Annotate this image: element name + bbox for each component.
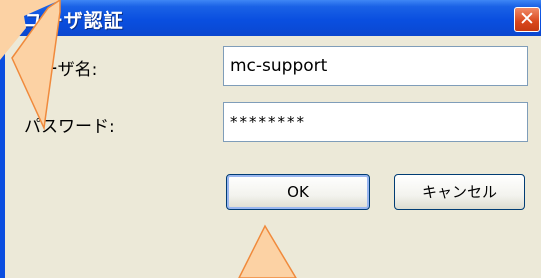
ok-button[interactable]: OK [226, 174, 370, 210]
password-field[interactable]: ******** [223, 102, 528, 142]
username-field[interactable]: mc-support [223, 46, 528, 86]
close-button[interactable]: ✕ [514, 7, 540, 32]
cancel-button[interactable]: キャンセル [394, 174, 525, 210]
login-dialog-window: ユーザ認証 ✕ ユーザ名: mc-support パスワード: ********… [0, 0, 541, 278]
username-label: ユーザ名: [24, 60, 98, 80]
close-icon: ✕ [519, 8, 535, 30]
password-label: パスワード: [24, 117, 115, 137]
titlebar[interactable]: ユーザ認証 ✕ [0, 0, 541, 36]
dialog-title: ユーザ認証 [24, 10, 124, 32]
